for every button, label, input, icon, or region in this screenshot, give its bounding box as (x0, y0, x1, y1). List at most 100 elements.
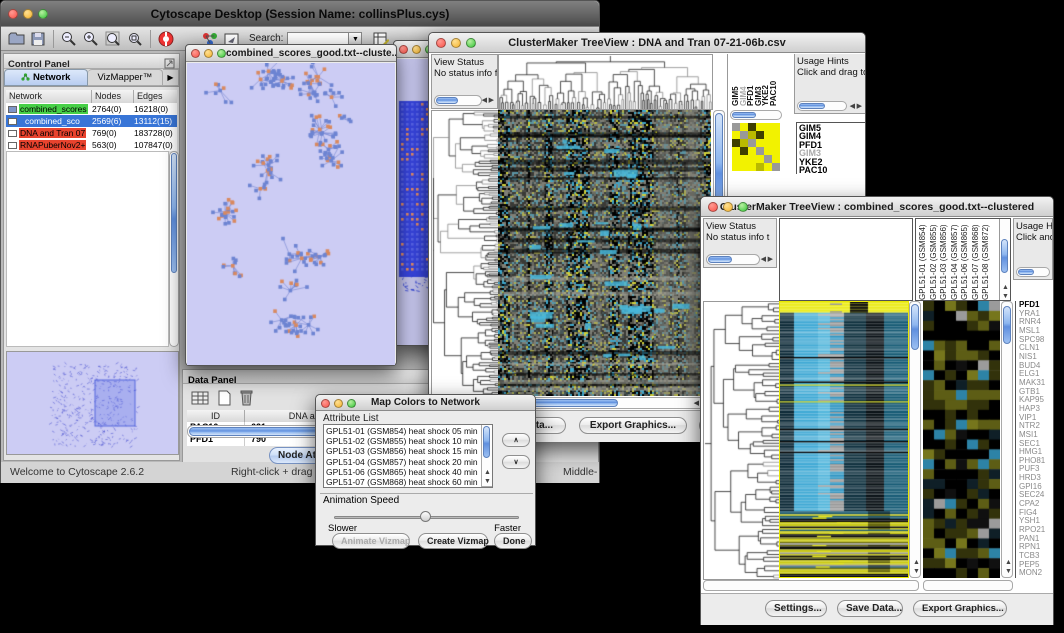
matrix-cell[interactable] (772, 123, 780, 131)
close-button[interactable] (436, 38, 446, 48)
treeview1-row-dendrogram[interactable] (431, 110, 499, 398)
treeview2-heatmap-vscrollbar[interactable]: ▲ ▼ (909, 301, 921, 578)
new-attribute-icon[interactable] (217, 390, 232, 411)
gene-label[interactable]: MON2 (1019, 569, 1053, 578)
matrix-cell[interactable] (764, 139, 772, 147)
treeview2-zoom-heatmap[interactable] (923, 301, 1000, 578)
main-title-bar[interactable]: Cytoscape Desktop (Session Name: collins… (1, 1, 599, 27)
scroll-down-arrow[interactable]: ▼ (1005, 568, 1012, 575)
matrix-cell[interactable] (772, 131, 780, 139)
zoom-button[interactable] (347, 399, 356, 408)
animate-vizmap-button[interactable]: Animate Vizmap (332, 533, 410, 549)
treeview2-zoom-vscrollbar[interactable]: ▲ ▼ (1001, 301, 1013, 578)
matrix-cell[interactable] (740, 131, 748, 139)
column-labels-scrollbar[interactable]: ▲ ▼ (999, 219, 1010, 300)
attribute-list-scrollbar[interactable]: ▲ ▼ (481, 425, 492, 487)
matrix-cell[interactable] (772, 155, 780, 163)
scroll-down-arrow[interactable]: ▼ (484, 478, 491, 485)
zoom-selected-icon[interactable] (124, 29, 146, 49)
matrix-cell[interactable] (756, 163, 764, 171)
matrix-cell[interactable] (764, 123, 772, 131)
close-button[interactable] (399, 45, 408, 54)
network-table-row[interactable]: combined_scores2764(0)16218(0) (6, 103, 177, 115)
animation-speed-slider[interactable] (334, 511, 519, 523)
network-view-canvas[interactable] (187, 63, 395, 365)
zoom-in-icon[interactable] (80, 29, 102, 49)
attribute-list-item[interactable]: GPL51-07 (GSM868) heat shock 60 min (326, 477, 490, 487)
move-down-button[interactable]: ∨ (502, 455, 530, 469)
tab-network[interactable]: Network (4, 69, 88, 86)
matrix-cell[interactable] (756, 155, 764, 163)
scroll-up-arrow[interactable]: ▲ (484, 469, 491, 476)
scroll-up-arrow[interactable]: ▲ (1005, 559, 1012, 566)
matrix-cell[interactable] (756, 147, 764, 155)
network-list-scrollbar[interactable] (169, 151, 179, 347)
minimize-button[interactable] (23, 9, 33, 19)
view-status-scrollbar[interactable] (434, 95, 482, 106)
export-graphics-button[interactable]: Export Graphics... (913, 600, 1007, 617)
close-button[interactable] (8, 9, 18, 19)
save-data-button[interactable]: Save Data... (837, 600, 903, 617)
matrix-cell[interactable] (748, 155, 756, 163)
matrix-cell[interactable] (756, 131, 764, 139)
zoom-button[interactable] (738, 202, 748, 212)
zoom-button[interactable] (38, 9, 48, 19)
matrix-cell[interactable] (732, 155, 740, 163)
tab-vizmapper[interactable]: VizMapper™ (88, 69, 163, 86)
treeview2-hscrollbar-left[interactable] (703, 580, 919, 591)
delete-attribute-icon[interactable] (239, 389, 254, 411)
usage-hints-scrollbar[interactable] (1016, 267, 1050, 277)
export-graphics-button[interactable]: Export Graphics... (579, 417, 687, 434)
attribute-list-item[interactable]: GPL51-01 (GSM854) heat shock 05 min (326, 426, 490, 436)
matrix-cell[interactable] (732, 139, 740, 147)
scroll-left-arrow[interactable]: ◀ (694, 400, 699, 407)
scroll-left-arrow[interactable]: ◀ (482, 97, 487, 104)
attribute-list-item[interactable]: GPL51-02 (GSM855) heat shock 10 min (326, 436, 490, 446)
scroll-down-arrow[interactable]: ▼ (913, 568, 920, 575)
scroll-left-arrow[interactable]: ◀ (850, 103, 855, 110)
matrix-cell[interactable] (756, 139, 764, 147)
treeview2-titlebar[interactable]: ClusterMaker TreeView : combined_scores_… (701, 197, 1053, 217)
matrix-cell[interactable] (756, 123, 764, 131)
scroll-left-arrow[interactable]: ◀ (761, 256, 766, 263)
matrix-cell[interactable] (740, 139, 748, 147)
matrix-cell[interactable] (740, 147, 748, 155)
matrix-cell[interactable] (764, 131, 772, 139)
scroll-right-arrow[interactable]: ▶ (768, 256, 773, 263)
close-button[interactable] (708, 202, 718, 212)
help-lifesaver-icon[interactable] (155, 29, 177, 49)
matrix-cell[interactable] (740, 123, 748, 131)
tab-overflow-button[interactable]: ▶ (163, 69, 179, 86)
matrix-cell[interactable] (748, 147, 756, 155)
scroll-down-arrow[interactable]: ▼ (1002, 293, 1009, 300)
matrix-cell[interactable] (772, 147, 780, 155)
usage-hints-scrollbar[interactable] (797, 101, 847, 111)
settings-button[interactable]: Settings... (765, 600, 827, 617)
attribute-grid-icon[interactable] (191, 390, 209, 411)
attribute-list-item[interactable]: GPL51-03 (GSM856) heat shock 15 min (326, 446, 490, 456)
zoom-fit-icon[interactable] (102, 29, 124, 49)
done-button[interactable]: Done (494, 533, 532, 549)
move-up-button[interactable]: ∧ (502, 433, 530, 447)
zoom-out-icon[interactable] (58, 29, 80, 49)
scroll-up-arrow[interactable]: ▲ (1002, 284, 1009, 291)
view-status-scrollbar[interactable] (706, 254, 760, 265)
treeview1-zoom-heatmap[interactable] (732, 123, 780, 171)
matrix-cell[interactable] (764, 147, 772, 155)
minimize-button[interactable] (723, 202, 733, 212)
matrix-cell[interactable] (748, 163, 756, 171)
network-overview-thumbnail[interactable] (6, 351, 179, 455)
matrix-cell[interactable] (772, 163, 780, 171)
matrix-cell[interactable] (748, 139, 756, 147)
matrix-cell[interactable] (740, 163, 748, 171)
open-folder-icon[interactable] (5, 29, 27, 49)
matrix-cell[interactable] (764, 155, 772, 163)
matrix-cell[interactable] (732, 123, 740, 131)
create-vizmap-button[interactable]: Create Vizmap (418, 533, 488, 549)
treeview2-hscrollbar-right[interactable] (923, 580, 1013, 591)
zoom-button[interactable] (466, 38, 476, 48)
matrix-cell[interactable] (732, 163, 740, 171)
network-table-row[interactable]: DNA and Tran 07769(0)183728(0) (6, 127, 177, 139)
treeview1-mini-hscrollbar[interactable] (730, 110, 782, 120)
attribute-list-item[interactable]: GPL51-06 (GSM865) heat shock 40 min (326, 467, 490, 477)
